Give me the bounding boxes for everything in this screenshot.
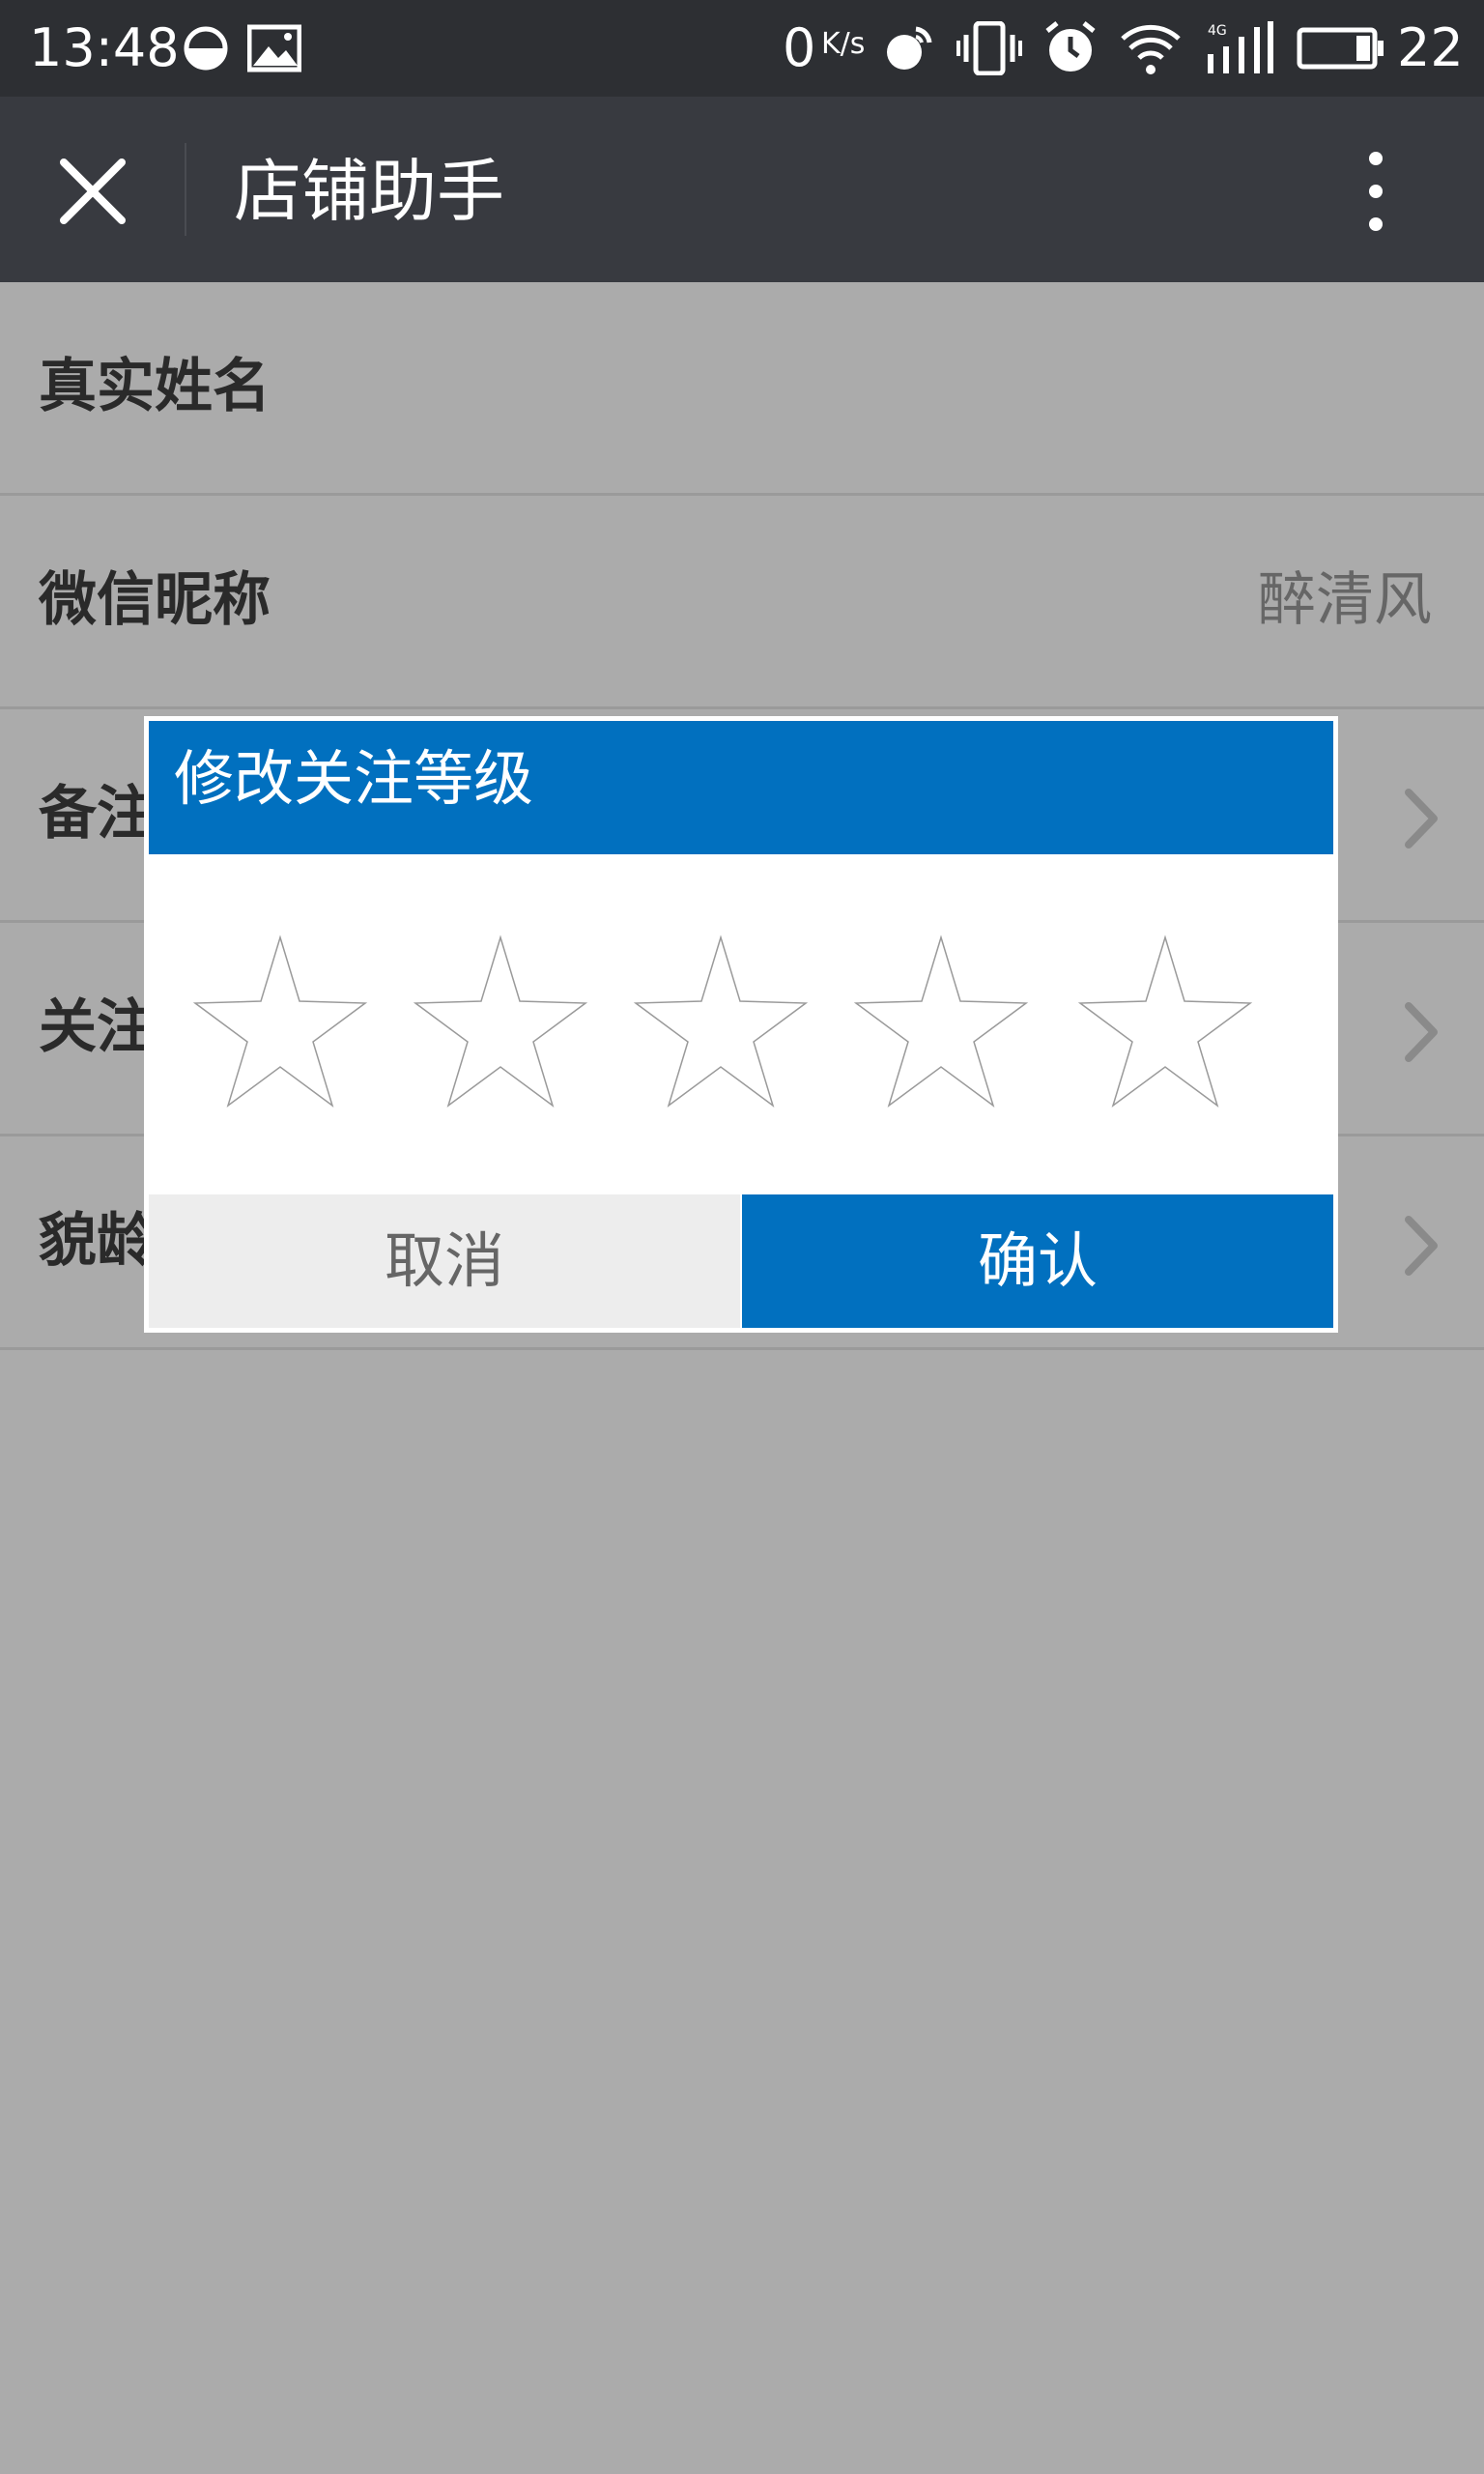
row-label: 貌龄 — [39, 1207, 155, 1275]
confirm-button[interactable]: 确认 — [742, 1194, 1333, 1328]
chevron-right-icon — [1405, 1216, 1438, 1276]
star-icon[interactable] — [852, 934, 1030, 1109]
title-bar: 店铺助手 — [0, 97, 1484, 282]
signal-4g-icon: 4G — [1208, 21, 1273, 73]
more-vertical-icon[interactable] — [1349, 145, 1403, 238]
star-icon[interactable] — [1076, 934, 1254, 1109]
list-item-wechat-nickname[interactable]: 微信昵称 醉清风 — [0, 496, 1484, 709]
svg-text:4G: 4G — [1208, 23, 1227, 39]
alarm-icon — [1045, 21, 1096, 72]
list-item-real-name[interactable]: 真实姓名 — [0, 282, 1484, 496]
row-label: 备注 — [39, 780, 155, 848]
star-icon[interactable] — [632, 934, 810, 1109]
image-icon — [247, 24, 301, 72]
star-icon[interactable] — [412, 934, 589, 1109]
row-value: 醉清风 — [1258, 566, 1432, 634]
sync-icon — [887, 26, 932, 70]
dialog-footer: 取消 确认 — [149, 1194, 1333, 1328]
dialog-header: 修改关注等级 — [149, 721, 1333, 854]
close-icon[interactable] — [46, 145, 139, 238]
wifi-icon — [1121, 24, 1181, 74]
cancel-button[interactable]: 取消 — [149, 1194, 740, 1328]
vibrate-icon — [956, 21, 1022, 75]
row-label: 微信昵称 — [39, 566, 271, 634]
net-speed-value: 0 — [783, 17, 816, 78]
dialog-title: 修改关注等级 — [174, 743, 534, 814]
chevron-right-icon — [1405, 1002, 1438, 1062]
battery-level: 22 — [1397, 17, 1464, 78]
chevron-right-icon — [1405, 789, 1438, 849]
title-divider — [185, 143, 186, 236]
page-title: 店铺助手 — [234, 152, 504, 231]
star-icon[interactable] — [191, 934, 369, 1109]
row-label: 真实姓名 — [39, 353, 271, 420]
status-time: 13:48 — [29, 17, 180, 78]
battery-icon — [1297, 27, 1384, 70]
follow-level-dialog: 修改关注等级 取消 确认 — [147, 719, 1335, 1330]
net-speed-unit: K/s — [821, 27, 866, 61]
row-label: 关注 — [39, 993, 155, 1061]
star-rating — [147, 854, 1335, 1194]
data-saver-icon — [184, 26, 228, 71]
status-bar: 13:48 0 K/s 4G 22 — [0, 0, 1484, 97]
